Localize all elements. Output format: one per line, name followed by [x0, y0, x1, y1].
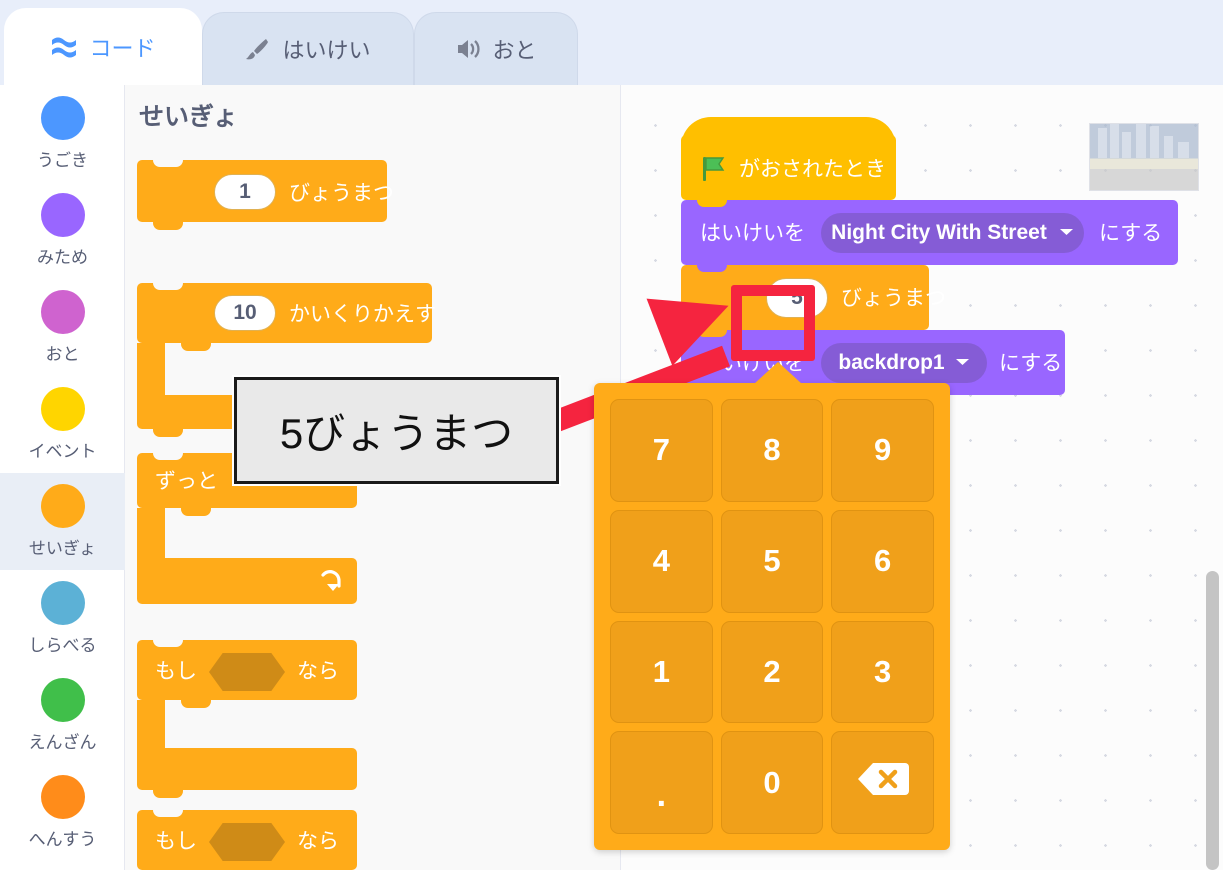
- key-5[interactable]: 5: [720, 509, 824, 613]
- annotation-callout: 5びょうまつ: [232, 375, 561, 486]
- script-when-flag-label: がおされたとき: [739, 158, 886, 181]
- palette-wait-label: びょうまつ: [289, 182, 394, 205]
- category-events-dot: [40, 387, 85, 431]
- code-icon: [50, 34, 78, 60]
- palette-if-1-condition-slot[interactable]: [209, 653, 285, 691]
- category-sound[interactable]: おと: [0, 279, 125, 376]
- palette-if-1-prefix: もし: [155, 660, 197, 683]
- green-flag-icon: [699, 153, 729, 188]
- tab-sounds-label: おと: [492, 38, 537, 63]
- backdrop-dropdown-value: Night City With Street: [831, 221, 1047, 244]
- tab-sounds[interactable]: おと: [414, 12, 578, 85]
- chevron-down-icon: [1059, 224, 1074, 242]
- tab-code[interactable]: コード: [4, 8, 202, 85]
- script-wait-value-input[interactable]: 5: [766, 278, 828, 318]
- key-backspace[interactable]: [831, 731, 934, 834]
- key-1[interactable]: 1: [610, 620, 713, 724]
- canvas-vertical-scrollbar[interactable]: [1206, 571, 1219, 870]
- palette-forever-label: ずっと: [155, 470, 218, 493]
- category-control-dot: [40, 484, 85, 528]
- category-operators-label: えんざん: [28, 733, 97, 752]
- keypad-grid: 7 8 9 4 5 6 1 2 3 . 0: [610, 399, 934, 834]
- category-variables-label: へんすう: [28, 830, 97, 849]
- category-sound-label: おと: [45, 345, 80, 364]
- key-4[interactable]: 4: [610, 509, 713, 613]
- tab-backdrops[interactable]: はいけい: [202, 12, 414, 85]
- category-control-label: せいぎょ: [28, 539, 97, 558]
- loop-arrow-icon: [319, 569, 345, 600]
- category-looks[interactable]: みため: [0, 182, 125, 279]
- backdrop-dropdown-2[interactable]: backdrop1: [821, 343, 987, 383]
- category-motion-dot: [40, 96, 85, 140]
- script-switch-backdrop-2-suffix: にする: [999, 352, 1063, 375]
- palette-if-2-suffix: なら: [297, 830, 339, 853]
- category-events[interactable]: イベント: [0, 376, 125, 473]
- tab-bar: コード はいけい おと: [0, 0, 1223, 85]
- tab-backdrops-label: はいけい: [282, 38, 371, 63]
- annotation-callout-text: 5びょうまつ: [279, 410, 514, 457]
- category-sensing-label: しらべる: [28, 636, 97, 655]
- key-8[interactable]: 8: [720, 399, 824, 502]
- key-0[interactable]: 0: [720, 731, 824, 834]
- brush-icon: [245, 36, 271, 62]
- key-6[interactable]: 6: [831, 509, 934, 613]
- tab-code-label: コード: [89, 36, 156, 61]
- key-3[interactable]: 3: [831, 620, 934, 724]
- palette-repeat-label: かいくりかえす: [289, 303, 436, 326]
- category-sidebar: うごき みため おと イベント せいぎょ しらべる えんざん へんすう: [0, 85, 125, 870]
- key-decimal-point[interactable]: .: [610, 731, 713, 834]
- sound-icon: [455, 37, 481, 61]
- script-switch-backdrop-prefix: はいけいを: [700, 222, 805, 245]
- category-sensing-dot: [40, 581, 85, 625]
- palette-if-2-condition-slot[interactable]: [209, 823, 285, 861]
- category-operators[interactable]: えんざん: [0, 667, 125, 764]
- chevron-down-icon-2: [955, 354, 970, 372]
- category-control[interactable]: せいぎょ: [0, 473, 125, 570]
- category-variables[interactable]: へんすう: [0, 764, 125, 861]
- palette-wait-value[interactable]: 1: [214, 174, 276, 210]
- script-wait-label: びょうまつ: [841, 287, 946, 310]
- key-7[interactable]: 7: [610, 399, 713, 502]
- category-variables-dot: [40, 775, 85, 819]
- backdrop-thumbnail: [1089, 123, 1199, 191]
- backdrop-dropdown[interactable]: Night City With Street: [821, 213, 1084, 253]
- category-motion-label: うごき: [37, 151, 88, 170]
- category-looks-label: みため: [37, 248, 88, 267]
- palette-if-1-suffix: なら: [297, 660, 339, 683]
- category-operators-dot: [40, 678, 85, 722]
- palette-repeat-value[interactable]: 10: [214, 295, 276, 331]
- category-looks-dot: [40, 193, 85, 237]
- key-9[interactable]: 9: [831, 399, 934, 502]
- category-sound-dot: [40, 290, 85, 334]
- palette-if-2-prefix: もし: [155, 830, 197, 853]
- scratch-editor-window: コード はいけい おと うごき みため おと イベント せいぎょ しらべる えん…: [0, 0, 1223, 870]
- category-sensing[interactable]: しらべる: [0, 570, 125, 667]
- palette-heading: せいぎょ: [139, 103, 238, 131]
- backspace-icon: [857, 761, 909, 805]
- category-motion[interactable]: うごき: [0, 85, 125, 182]
- keypad-pointer: [754, 362, 802, 384]
- backdrop-dropdown-2-value: backdrop1: [838, 351, 945, 374]
- key-2[interactable]: 2: [720, 620, 824, 724]
- script-switch-backdrop-suffix: にする: [1099, 222, 1163, 245]
- numeric-keypad[interactable]: 7 8 9 4 5 6 1 2 3 . 0: [594, 362, 950, 850]
- category-events-label: イベント: [28, 442, 97, 461]
